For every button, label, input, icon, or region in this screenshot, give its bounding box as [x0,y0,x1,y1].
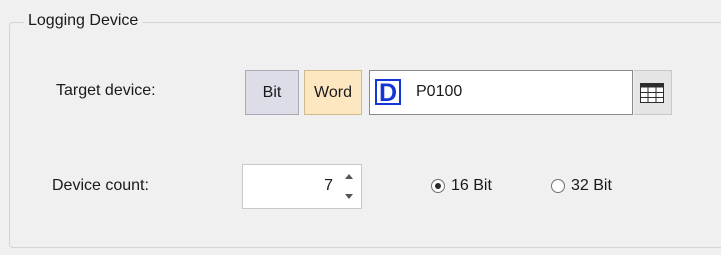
device-count-label: Device count: [52,177,149,194]
radio-32-bit[interactable]: 32 Bit [551,175,612,197]
group-title: Logging Device [24,9,143,33]
stepper-buttons [339,167,359,206]
radio-32-bit-label: 32 Bit [571,177,612,194]
chevron-down-icon [345,194,353,199]
device-type-icon: D [375,79,401,106]
radio-16-bit-label: 16 Bit [451,177,492,194]
bit-button[interactable]: Bit [245,70,299,115]
radio-16-bit[interactable]: 16 Bit [431,175,492,197]
device-count-stepper[interactable]: 7 [242,164,362,209]
device-address-value: P0100 [416,83,463,100]
stepper-down-button[interactable] [339,187,359,206]
target-device-label: Target device: [56,82,156,99]
chevron-up-icon [345,174,353,179]
logging-device-panel: Logging Device Target device: Bit Word D… [0,0,721,255]
stepper-up-button[interactable] [339,167,359,186]
radio-16-bit-indicator [431,179,445,193]
radio-32-bit-indicator [551,179,565,193]
device-count-value: 7 [324,177,333,194]
word-button[interactable]: Word [304,70,362,115]
device-browse-button[interactable] [634,70,672,115]
logging-device-group [9,22,721,248]
table-grid-icon [640,83,664,103]
device-address-field[interactable]: D P0100 [369,70,633,115]
